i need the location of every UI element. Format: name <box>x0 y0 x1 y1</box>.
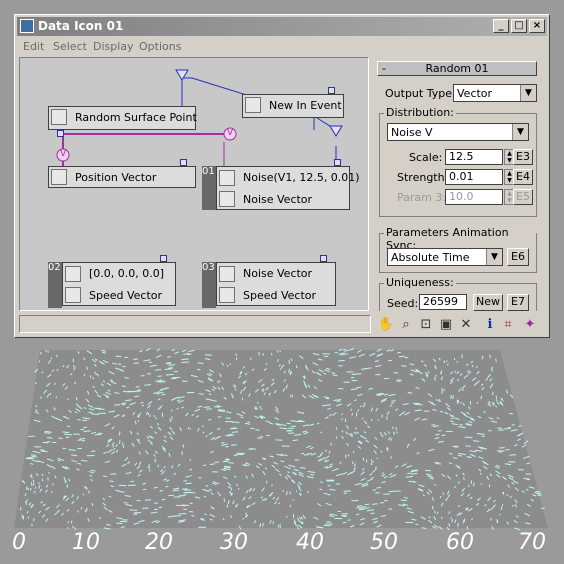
axis-tick-50: 50 <box>370 530 398 555</box>
axis-tick-30: 30 <box>220 530 248 555</box>
scale-label: Scale: <box>409 151 443 164</box>
param3-event-button: E5 <box>513 189 533 205</box>
vector-value-icon <box>65 266 81 282</box>
rollout-header[interactable]: - Random 01 <box>377 61 537 76</box>
vector-output-icon <box>51 169 67 185</box>
noise-vector-node[interactable]: Noise(V1, 12.5, 0.01) Noise Vector <box>216 159 360 210</box>
v-marker-right: V <box>227 128 234 138</box>
position-vector-node[interactable]: Position Vector <box>48 159 196 188</box>
surface-point-icon <box>51 109 67 125</box>
node-label: Random Surface Point <box>75 111 197 124</box>
hand-icon[interactable]: ✋ <box>377 316 395 334</box>
vector-output-icon <box>219 191 235 207</box>
seed-event-button[interactable]: E7 <box>507 294 529 311</box>
scale-value[interactable]: 12.5 <box>445 149 503 165</box>
vector-output-icon <box>65 287 81 303</box>
sync-dropdown[interactable]: Absolute Time ▼ <box>387 248 503 266</box>
view-toolbar: ✋ ⌕ ⊡ ▣ ✕ i ⌗ ✦ <box>373 315 545 335</box>
window-title: Data Icon 01 <box>38 19 124 33</box>
zoom-icon[interactable]: ⌕ <box>397 316 415 334</box>
scale-spinner[interactable]: 12.5 ▲ ▼ <box>445 149 515 165</box>
node-number-03: 03 <box>202 262 216 308</box>
node-label-top: Noise Vector <box>243 267 313 280</box>
node-number-02: 02 <box>48 262 62 308</box>
node-label-top: Noise(V1, 12.5, 0.01) <box>243 171 360 184</box>
distribution-value: Noise V <box>391 126 433 139</box>
strength-value[interactable]: 0.01 <box>445 169 503 185</box>
input-port[interactable] <box>320 255 327 262</box>
noise-speed-vector-node[interactable]: Noise Vector Speed Vector <box>216 255 336 306</box>
new-seed-button[interactable]: New <box>473 294 503 311</box>
noise-icon <box>219 170 235 186</box>
window-icon <box>20 19 34 33</box>
axis-tick-0: 0 <box>12 530 26 555</box>
axis-tick-60: 60 <box>446 530 474 555</box>
node-label-top: [0.0, 0.0, 0.0] <box>89 267 165 280</box>
menu-edit[interactable]: Edit <box>23 40 44 53</box>
input-port[interactable] <box>160 255 167 262</box>
node-graph-canvas[interactable]: V V Random Surface Point New In Event Po… <box>19 57 369 311</box>
delete-icon[interactable]: ✕ <box>457 316 475 334</box>
node-label: New In Event <box>269 99 342 112</box>
color-icon[interactable]: ✦ <box>521 316 539 334</box>
rollout-toggle[interactable]: - <box>382 62 386 75</box>
new-in-event-node[interactable]: New In Event <box>242 87 344 118</box>
zoom-region-icon[interactable]: ⊡ <box>417 316 435 334</box>
output-type-label: Output Type: <box>385 87 456 100</box>
uniqueness-label: Uniqueness: <box>384 276 456 289</box>
speed-vector-node[interactable]: [0.0, 0.0, 0.0] Speed Vector <box>62 255 176 306</box>
output-type-dropdown[interactable]: Vector ▼ <box>453 84 537 102</box>
node-label-bottom: Speed Vector <box>243 289 317 302</box>
axis-tick-10: 10 <box>72 530 100 555</box>
seed-input[interactable]: 26599 <box>419 294 467 310</box>
sync-event-button[interactable]: E6 <box>507 248 529 266</box>
node-label-bottom: Noise Vector <box>243 193 313 206</box>
minimize-button[interactable]: _ <box>493 19 509 33</box>
seed-label: Seed: <box>387 297 419 310</box>
menu-bar: Edit Select Display Options <box>17 38 547 56</box>
event-icon <box>245 97 261 113</box>
strength-spinner[interactable]: 0.01 ▲ ▼ <box>445 169 515 185</box>
menu-select[interactable]: Select <box>53 40 87 53</box>
wiring-icon[interactable]: ⌗ <box>499 316 517 334</box>
axis-tick-40: 40 <box>296 530 324 555</box>
output-port[interactable] <box>57 130 64 137</box>
input-port[interactable] <box>334 159 341 166</box>
node-label-bottom: Speed Vector <box>89 289 163 302</box>
distribution-label: Distribution: <box>384 106 456 119</box>
vector-input-icon <box>219 266 235 282</box>
input-port[interactable] <box>328 87 335 94</box>
sync-value: Absolute Time <box>391 251 470 264</box>
parameters-panel: - Random 01 Output Type: Vector ▼ Distri… <box>373 57 545 311</box>
strength-event-button[interactable]: E4 <box>513 169 533 185</box>
node-number-01: 01 <box>202 166 216 210</box>
distribution-dropdown[interactable]: Noise V ▼ <box>387 123 529 141</box>
param3-spinner: 10.0 ▲ ▼ <box>445 189 515 205</box>
input-port[interactable] <box>180 159 187 166</box>
scale-event-button[interactable]: E3 <box>513 149 533 165</box>
chevron-down-icon: ▼ <box>520 85 536 101</box>
output-type-value: Vector <box>457 87 493 100</box>
rollout-title: Random 01 <box>425 62 489 75</box>
v-marker-left: V <box>60 149 67 159</box>
close-button[interactable]: × <box>529 19 545 33</box>
axis-tick-70: 70 <box>518 530 546 555</box>
chevron-down-icon: ▼ <box>486 249 502 265</box>
node-label: Position Vector <box>75 171 157 184</box>
menu-display[interactable]: Display <box>93 40 134 53</box>
chevron-down-icon: ▼ <box>512 124 528 140</box>
vector-output-icon <box>219 287 235 303</box>
maximize-button[interactable]: □ <box>511 19 527 33</box>
status-bar <box>19 315 371 333</box>
strength-label: Strength: <box>397 171 449 184</box>
zoom-extents-icon[interactable]: ▣ <box>437 316 455 334</box>
axis-tick-20: 20 <box>145 530 173 555</box>
menu-options[interactable]: Options <box>139 40 181 53</box>
random-surface-point-node[interactable]: Random Surface Point <box>48 106 197 137</box>
info-icon[interactable]: i <box>481 316 499 334</box>
title-bar[interactable]: Data Icon 01 _ □ × <box>17 17 547 36</box>
param3-value: 10.0 <box>445 189 503 205</box>
data-icon-window: Data Icon 01 _ □ × Edit Select Display O… <box>14 14 550 338</box>
param3-label: Param 3: <box>397 191 447 204</box>
